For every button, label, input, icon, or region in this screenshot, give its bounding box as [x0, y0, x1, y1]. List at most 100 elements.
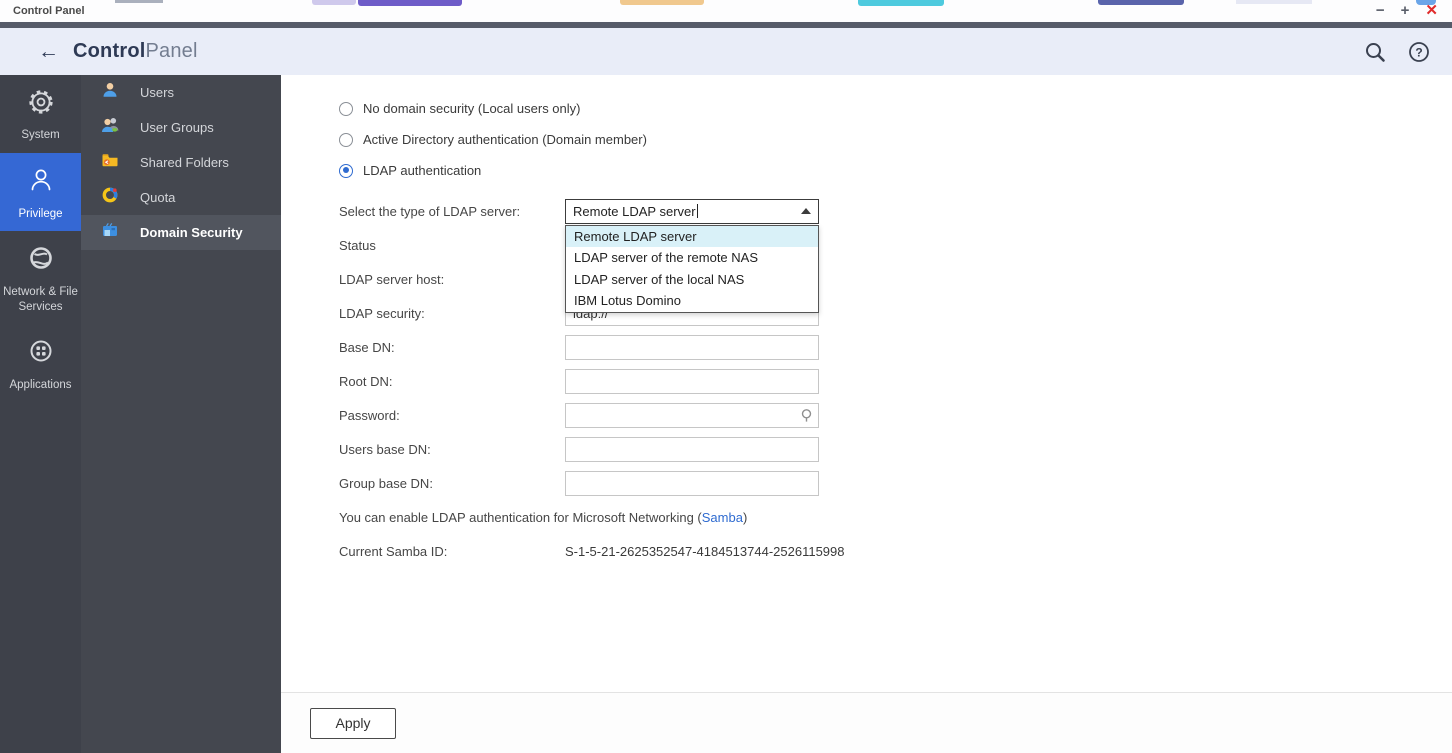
search-icon[interactable] [1364, 41, 1386, 63]
control-panel-window: Control Panel − + ✕ ← ControlPanel ? Sys… [0, 0, 1452, 753]
radio-icon[interactable] [339, 101, 353, 116]
sidebar-item-label: Domain Security [140, 225, 243, 240]
users-base-dn-row: Users base DN: [339, 432, 1452, 466]
help-icon[interactable]: ? [1408, 41, 1430, 63]
current-samba-id-value: S-1-5-21-2625352547-4184513744-252611599… [565, 543, 845, 559]
domain-security-icon [101, 221, 119, 244]
sidebar-item-user-groups[interactable]: User Groups [81, 110, 281, 145]
ldap-type-dropdown-list: Remote LDAP server LDAP server of the re… [565, 224, 819, 313]
radio-label: Active Directory authentication (Domain … [363, 132, 647, 147]
apps-grid-icon [26, 336, 56, 371]
sidebar-item-users[interactable]: Users [81, 75, 281, 110]
globe-icon [26, 243, 56, 278]
samba-note-text: You can enable LDAP authentication for M… [339, 509, 702, 525]
desktop-icon-fragment [115, 0, 163, 3]
desktop-icon-fragment [1236, 0, 1312, 4]
sidebar-item-shared-folders[interactable]: Shared Folders [81, 145, 281, 180]
sidebar-item-domain-security[interactable]: Domain Security [81, 215, 281, 250]
desktop-icon-fragment [312, 0, 356, 5]
current-samba-id-row: Current Samba ID: S-1-5-21-2625352547-41… [339, 534, 1452, 568]
sidebar-item-privilege[interactable]: Privilege [0, 153, 81, 232]
radio-active-directory[interactable]: Active Directory authentication (Domain … [339, 132, 1452, 147]
sidebar-item-label: Privilege [18, 208, 63, 220]
domain-security-panel: No domain security (Local users only) Ac… [281, 75, 1452, 753]
ldap-type-label: Select the type of LDAP server: [339, 203, 521, 219]
current-samba-id-label: Current Samba ID: [339, 543, 448, 559]
chevron-up-icon [801, 208, 811, 214]
base-dn-label: Base DN: [339, 339, 395, 355]
page-title-light: Panel [145, 40, 198, 62]
quota-donut-icon [101, 186, 119, 209]
sidebar-item-system[interactable]: System [0, 75, 81, 153]
desktop-icon-fragment [620, 0, 704, 5]
text-caret [696, 204, 698, 218]
desktop-icon-fragment [858, 0, 944, 6]
dropdown-option-ibm-lotus-domino[interactable]: IBM Lotus Domino [566, 290, 818, 312]
radio-icon[interactable] [339, 132, 353, 147]
user-color-icon [101, 81, 119, 104]
sidebar-item-label: User Groups [140, 120, 214, 135]
radio-ldap-authentication[interactable]: LDAP authentication [339, 163, 1452, 178]
radio-no-domain-security[interactable]: No domain security (Local users only) [339, 101, 1452, 116]
password-key-icon[interactable] [799, 408, 814, 428]
ldap-type-row: Select the type of LDAP server: Remote L… [339, 194, 1452, 313]
status-row: Status [339, 228, 1452, 262]
ldap-type-value: Remote LDAP server [573, 203, 696, 219]
user-group-icon [101, 116, 119, 139]
samba-note-suffix: ) [742, 509, 748, 525]
maximize-button[interactable]: + [1401, 3, 1410, 19]
ldap-server-host-row: LDAP server host: [339, 262, 1452, 296]
samba-link[interactable]: Samba [702, 510, 743, 525]
base-dn-row: Base DN: [339, 330, 1452, 364]
page-title-bold: Control [73, 40, 146, 62]
ldap-type-select[interactable]: Remote LDAP server [565, 198, 819, 224]
sidebar-item-label: Network & File Services [3, 286, 78, 313]
sidebar-item-label: Users [140, 85, 174, 100]
ldap-security-label: LDAP security: [339, 305, 425, 321]
base-dn-input[interactable] [565, 334, 819, 360]
sidebar-primary: System Privilege Network & File Services… [0, 75, 81, 753]
sidebar-item-label: Applications [9, 379, 72, 392]
password-row: Password: [339, 398, 1452, 432]
root-dn-label: Root DN: [339, 373, 393, 389]
window-controls: − + ✕ [1376, 3, 1438, 19]
sidebar-item-label: Shared Folders [140, 155, 229, 170]
window-titlebar: Control Panel − + ✕ [0, 0, 1452, 22]
samba-note: You can enable LDAP authentication for M… [339, 500, 1452, 534]
desktop-icon-fragment [358, 0, 462, 6]
panel-footer: Apply [281, 692, 1452, 753]
dropdown-option-local-nas[interactable]: LDAP server of the local NAS [566, 269, 818, 291]
shared-folder-icon [101, 151, 119, 174]
status-label: Status [339, 237, 376, 253]
app-header: ← ControlPanel ? [0, 28, 1452, 75]
radio-label: LDAP authentication [363, 163, 482, 178]
users-base-dn-input[interactable] [565, 436, 819, 462]
group-base-dn-label: Group base DN: [339, 475, 433, 491]
sidebar-item-applications[interactable]: Applications [0, 324, 81, 402]
sidebar-item-label: System [21, 128, 60, 141]
window-tab-title: Control Panel [13, 5, 85, 17]
dropdown-option-remote-ldap-server[interactable]: Remote LDAP server [566, 225, 818, 247]
group-base-dn-row: Group base DN: [339, 466, 1452, 500]
sidebar-item-quota[interactable]: Quota [81, 180, 281, 215]
radio-label: No domain security (Local users only) [363, 101, 581, 116]
ldap-server-host-label: LDAP server host: [339, 271, 445, 287]
minimize-button[interactable]: − [1376, 3, 1385, 19]
root-dn-row: Root DN: [339, 364, 1452, 398]
apply-button[interactable]: Apply [310, 707, 396, 739]
password-label: Password: [339, 407, 400, 423]
dropdown-option-remote-nas[interactable]: LDAP server of the remote NAS [566, 247, 818, 269]
root-dn-input[interactable] [565, 368, 819, 394]
sidebar-item-label: Quota [140, 190, 176, 205]
back-arrow-icon[interactable]: ← [38, 41, 59, 62]
close-button[interactable]: ✕ [1425, 3, 1438, 19]
user-icon [26, 165, 56, 200]
desktop-icon-fragment [1098, 0, 1184, 5]
group-base-dn-input[interactable] [565, 470, 819, 496]
gear-icon [27, 88, 55, 121]
radio-icon[interactable] [339, 163, 353, 178]
sidebar-secondary: Users User Groups Shared Folders Quota D… [81, 75, 281, 753]
sidebar-item-network-file-services[interactable]: Network & File Services [0, 231, 81, 324]
password-input[interactable] [565, 402, 819, 428]
svg-text:?: ? [1415, 45, 1422, 59]
